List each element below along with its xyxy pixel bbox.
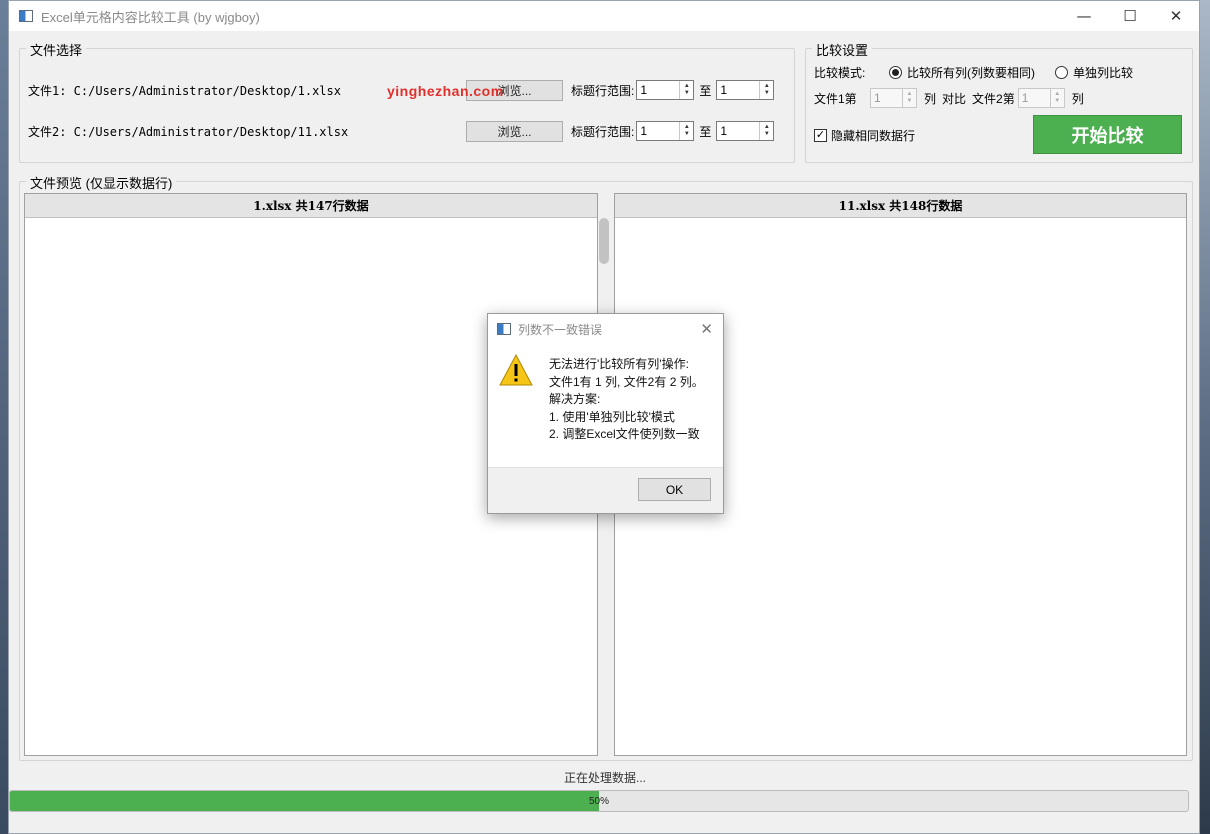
file2-path-label: 文件2: C:/Users/Administrator/Desktop/11.x… xyxy=(28,124,349,139)
dialog-title: 列数不一致错误 xyxy=(518,322,603,337)
hide-same-checkbox[interactable]: ✓ xyxy=(814,128,827,142)
col-unit-2: 列 xyxy=(1071,91,1084,106)
mode-all-radio[interactable] xyxy=(889,65,902,79)
spin-arrows-icon[interactable]: ▲ ▼ xyxy=(679,122,693,140)
mode-single-radio[interactable] xyxy=(1055,65,1068,79)
dialog-message: 无法进行'比较所有列'操作: 文件1有 1 列, 文件2有 2 列。 解决方案:… xyxy=(549,357,704,441)
file2-header-to-spinbox[interactable]: 1 ▲ ▼ xyxy=(716,121,775,141)
mode-single-label[interactable]: 单独列比较 xyxy=(1073,64,1133,81)
versus-label: 对比 xyxy=(942,91,967,106)
compare-mode-row: 比较模式: 比较所有列(列数要相同) 单独列比较 xyxy=(814,63,1133,81)
preview-group-title: 文件预览 (仅显示数据行) xyxy=(26,173,177,192)
compare-settings-group-title: 比较设置 xyxy=(812,40,873,59)
file1-header-to-spinbox[interactable]: 1 ▲ ▼ xyxy=(716,80,775,100)
spin-arrows-icon[interactable]: ▲ ▼ xyxy=(759,81,773,99)
spin-arrows-icon[interactable]: ▲ ▼ xyxy=(902,89,916,107)
file1-header-from-value: 1 xyxy=(640,83,648,97)
dialog-footer: OK xyxy=(488,467,723,513)
maximize-button[interactable]: ☐ xyxy=(1107,1,1153,31)
error-dialog: 列数不一致错误 ✕ 无法进行'比较所有列'操作: 文件1有 1 列, 文件2有 … xyxy=(487,313,724,514)
file-select-group-title: 文件选择 xyxy=(26,40,87,59)
hide-same-label[interactable]: 隐藏相同数据行 xyxy=(831,127,915,144)
column-select-row: 文件1第 1 ▲ ▼ 列 对比 文件2第 1 ▲ ▼ 列 xyxy=(814,88,1084,108)
spin-arrows-icon[interactable]: ▲ ▼ xyxy=(759,122,773,140)
app-window-icon xyxy=(19,10,33,22)
file1-header-to-value: 1 xyxy=(720,83,728,97)
mode-all-label[interactable]: 比较所有列(列数要相同) xyxy=(907,64,1055,81)
window-controls: — ☐ ✕ xyxy=(1061,1,1199,31)
spin-arrows-icon[interactable]: ▲ ▼ xyxy=(679,81,693,99)
window-title: Excel单元格内容比较工具 (by wjgboy) xyxy=(41,9,260,25)
spin-arrows-icon[interactable]: ▲ ▼ xyxy=(1049,89,1064,107)
left-scrollbar-thumb[interactable] xyxy=(599,218,609,264)
file2-col-label: 文件2第 xyxy=(972,91,1015,106)
file2-browse-button[interactable]: 浏览... xyxy=(466,120,563,142)
file-select-group: 文件选择 xyxy=(19,40,795,163)
progress-bar: 50% xyxy=(9,790,1189,812)
file1-col-spinbox[interactable]: 1 ▲ ▼ xyxy=(870,88,917,108)
file2-col-spinbox[interactable]: 1 ▲ ▼ xyxy=(1017,88,1065,108)
hide-same-row: ✓ 隐藏相同数据行 xyxy=(814,126,915,144)
file2-header-from-value: 1 xyxy=(640,124,648,138)
file1-to-label: 至 xyxy=(699,83,712,98)
file1-col-value: 1 xyxy=(874,91,881,105)
start-compare-button[interactable]: 开始比较 xyxy=(1033,115,1182,154)
left-preview-header: 1.xlsx 共147行数据 xyxy=(25,194,597,218)
file1-header-from-spinbox[interactable]: 1 ▲ ▼ xyxy=(636,80,695,100)
file2-header-from-spinbox[interactable]: 1 ▲ ▼ xyxy=(636,121,695,141)
progress-label: 50% xyxy=(588,795,609,807)
file1-col-label: 文件1第 xyxy=(814,91,857,106)
compare-mode-label: 比较模式: xyxy=(814,65,866,80)
desktop-background-left xyxy=(0,0,8,834)
checkmark-icon: ✓ xyxy=(815,128,826,141)
minimize-button[interactable]: — xyxy=(1061,1,1107,31)
col-unit-1: 列 xyxy=(924,91,937,106)
file2-header-to-value: 1 xyxy=(720,124,728,138)
warning-triangle-icon xyxy=(499,354,533,386)
app-window-icon xyxy=(497,323,511,335)
ok-button[interactable]: OK xyxy=(638,478,711,501)
file2-to-label: 至 xyxy=(699,124,712,139)
dialog-body: 无法进行'比较所有列'操作: 文件1有 1 列, 文件2有 2 列。 解决方案:… xyxy=(488,344,723,469)
close-button[interactable]: ✕ xyxy=(1153,1,1199,31)
file2-col-value: 1 xyxy=(1021,91,1029,105)
file2-header-range-label: 标题行范围: xyxy=(571,124,635,139)
file1-header-range-label: 标题行范围: xyxy=(571,83,635,98)
dialog-title-bar: 列数不一致错误 ✕ xyxy=(488,314,723,344)
title-bar: Excel单元格内容比较工具 (by wjgboy) — ☐ ✕ xyxy=(9,1,1199,31)
dialog-close-icon[interactable]: ✕ xyxy=(700,320,713,338)
file2-row: 文件2: C:/Users/Administrator/Desktop/11.x… xyxy=(28,120,775,142)
desktop-background-right xyxy=(1200,0,1210,834)
watermark-text: yinghezhan.com xyxy=(387,83,504,99)
right-preview-header: 11.xlsx 共148行数据 xyxy=(615,194,1186,218)
status-text: 正在处理数据... xyxy=(563,771,646,785)
